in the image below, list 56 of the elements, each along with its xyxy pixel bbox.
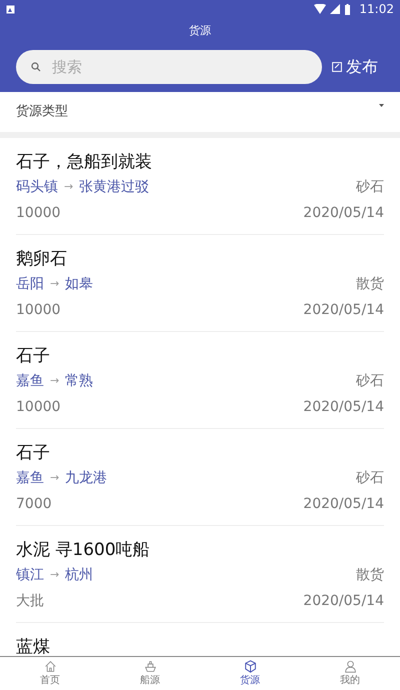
signal-icon [330, 4, 340, 14]
origin-port: 岳阳 [16, 274, 44, 294]
cargo-title: 水泥 寻1600吨船 [16, 538, 151, 562]
route-arrow: → [50, 372, 60, 388]
notification-icon [6, 4, 15, 14]
ship-icon [144, 660, 156, 673]
tab-bar-item[interactable]: 首页 [0, 657, 100, 690]
edit-icon [332, 62, 342, 72]
search-icon [31, 62, 41, 72]
destination-port: 如皋 [65, 274, 94, 294]
wifi-icon [314, 4, 326, 14]
cargo-title: 蓝煤 [16, 636, 51, 656]
cargo-title: 鹅卵石 [16, 248, 68, 270]
page-title: 货源 [189, 24, 211, 37]
cargo-title: 石子 [16, 442, 51, 464]
cargo-type: 散货 [356, 274, 384, 294]
post-date: 2020/05/14 [303, 204, 384, 222]
destination-port: 张黄港过驳 [79, 178, 150, 196]
cargo-title: 石子，急船到就装 [16, 150, 153, 174]
route-arrow: → [50, 276, 60, 292]
tab-bar-item[interactable]: 船源 [100, 657, 200, 690]
cargo-type: 砂石 [356, 178, 384, 196]
origin-port: 码头镇 [16, 178, 58, 196]
search-field[interactable]: 搜索 [16, 50, 322, 84]
cargo-amount: 10000 [16, 204, 61, 222]
post-date: 2020/05/14 [303, 494, 384, 514]
post-date: 2020/05/14 [303, 398, 384, 416]
cargo-amount: 10000 [16, 398, 61, 416]
destination-port: 杭州 [65, 566, 94, 584]
origin-port: 嘉鱼 [16, 372, 44, 390]
dropdown-caret-icon [379, 104, 384, 107]
cargo-type: 砂石 [356, 372, 384, 390]
cargo-type: 散货 [356, 566, 384, 584]
cargo-amount: 7000 [16, 494, 52, 514]
battery-icon [344, 4, 352, 14]
origin-port: 嘉鱼 [16, 468, 44, 488]
destination-port: 常熟 [65, 372, 94, 390]
box-icon [244, 660, 256, 673]
person-icon [344, 660, 356, 673]
route-arrow: → [50, 566, 60, 582]
post-date: 2020/05/14 [303, 300, 384, 320]
post-date: 2020/05/14 [303, 592, 384, 610]
home-icon [44, 660, 56, 673]
route-arrow: → [50, 470, 60, 486]
cargo-amount: 大批 [16, 592, 44, 610]
tab-bar-item[interactable]: 我的 [300, 657, 400, 690]
publish-button[interactable]: 发布 [326, 54, 384, 78]
route-arrow: → [64, 178, 74, 194]
cargo-title: 石子 [16, 344, 51, 368]
cargo-amount: 10000 [16, 300, 61, 320]
cargo-type: 砂石 [356, 468, 384, 488]
origin-port: 镇江 [16, 566, 44, 584]
destination-port: 九龙港 [65, 468, 108, 488]
filter-dropdown[interactable]: 货源类型 [0, 92, 400, 138]
status-time: 11:02 [359, 1, 394, 18]
tab-bar-item[interactable]: 货源 [200, 657, 300, 690]
